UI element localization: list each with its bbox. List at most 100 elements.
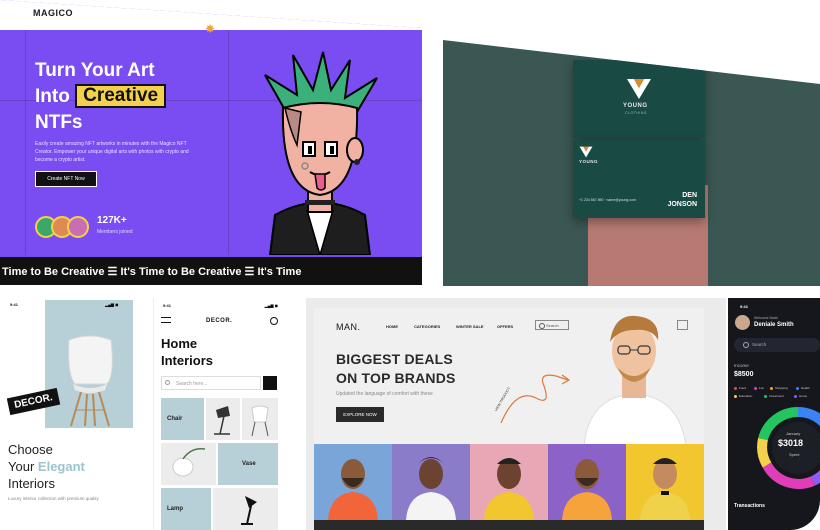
tile-label: Lamp	[167, 506, 184, 512]
tile-product[interactable]	[206, 398, 240, 440]
chair-image	[251, 405, 269, 437]
avatar[interactable]	[735, 315, 750, 330]
transactions-heading: Transactions	[734, 503, 765, 509]
model-image	[406, 457, 456, 520]
model-tiles-row	[314, 444, 704, 520]
user-name: Deniale Smith	[754, 322, 794, 328]
ticker-text: Time to Be Creative ☰ It's Time to Be Cr…	[2, 265, 302, 278]
tile-lamp[interactable]: Lamp	[161, 488, 211, 530]
status-icons: ▂▄▆ ◼	[105, 302, 119, 307]
brand-name-small: YOUNG	[579, 159, 599, 164]
model-tile[interactable]	[314, 444, 392, 520]
desk-lamp-image	[241, 496, 257, 525]
home-title: Home Interiors	[161, 335, 213, 369]
man-search-input[interactable]: Search	[535, 320, 569, 330]
filter-button[interactable]	[263, 376, 277, 390]
avatar	[67, 216, 89, 238]
search-input[interactable]: Search	[734, 338, 820, 352]
nav-categories[interactable]: CATEGORIES	[414, 324, 440, 329]
member-avatars	[35, 216, 89, 238]
model-tile[interactable]	[548, 444, 626, 520]
hamburger-icon[interactable]	[161, 317, 171, 323]
title-line: Home	[161, 336, 198, 351]
nft-landing-panel: MAGICO ✸ Turn Your Art Into Creative NTF…	[0, 0, 422, 285]
model-image	[640, 458, 690, 520]
title-line: Choose	[8, 442, 53, 457]
legend-education: Education	[734, 394, 752, 398]
headline-line: BIGGEST DEALS	[336, 351, 453, 367]
chair-photo	[45, 300, 133, 428]
model-tile[interactable]	[470, 444, 548, 520]
nft-headline: Turn Your Art Into Creative NTFs	[35, 58, 265, 136]
man-tagline: Updated the language of comfort with the…	[336, 391, 433, 397]
legend-food: Food	[734, 386, 746, 390]
man-logo[interactable]: MAN.	[336, 322, 361, 332]
young-logo-icon	[627, 79, 651, 99]
nft-subtext: Easily create amazing NFT artworks in mi…	[35, 141, 189, 163]
person-last-name: JONSON	[667, 201, 697, 208]
cart-icon[interactable]	[270, 317, 278, 325]
tile-product[interactable]	[242, 398, 278, 440]
spent-amount: $3018	[778, 438, 804, 448]
home-interiors-panel: 9:41 ▂▄▆ ◼ DECOR. Home Interiors Search …	[153, 298, 303, 530]
model-image	[484, 458, 534, 520]
headline-line: ON TOP BRANDS	[336, 370, 456, 386]
sparkle-icon: ✸	[205, 22, 216, 36]
punk-character-illustration	[264, 51, 378, 255]
headline-line: Into Creative	[35, 84, 265, 110]
members-count: 127K+	[97, 215, 127, 226]
headline-line: NTFs	[35, 112, 83, 133]
business-card-front: YOUNG CLOTHING	[573, 60, 705, 138]
headline-line: Turn Your Art	[35, 60, 155, 81]
chart-month: January	[786, 431, 801, 436]
legend-investment: Investment	[764, 394, 784, 398]
finance-app-panel: 9:41 Welcome Back! Deniale Smith Search …	[728, 298, 820, 530]
man-headline: BIGGEST DEALS ON TOP BRANDS	[336, 350, 456, 388]
title-word: Your	[8, 459, 35, 474]
model-image	[562, 459, 612, 520]
nav-winter-sale[interactable]: WINTER SALE	[456, 324, 484, 329]
portfolio-collage: MAGICO ✸ Turn Your Art Into Creative NTF…	[0, 0, 820, 530]
home-brand: DECOR.	[206, 318, 233, 324]
legend-health: Health	[796, 386, 810, 390]
business-card-mockup-panel: YOUNG CLOTHING YOUNG DEN JONSON +1 234 5…	[443, 40, 820, 286]
decor-onboarding-panel: 9:41 ▂▄▆ ◼ DECOR. Choose Your Elegant In…	[0, 298, 148, 530]
title-accent: Elegant	[37, 459, 85, 474]
status-time: 9:41	[10, 302, 19, 307]
create-nft-button[interactable]: Create NFT Now	[35, 171, 97, 187]
tile-label: Vase	[242, 461, 256, 467]
decor-description: Luxury interior collection with premium …	[8, 496, 99, 501]
brand-name: YOUNG	[623, 103, 648, 109]
model-image	[328, 459, 378, 520]
search-input[interactable]: Search here...	[161, 376, 261, 390]
explore-now-button[interactable]: EXPLORE NOW	[336, 407, 384, 422]
welcome-text: Welcome Back!	[754, 316, 779, 320]
grid-line	[25, 30, 26, 255]
status-icons: ▂▄▆ ◼	[264, 303, 278, 308]
headline-highlight: Creative	[75, 84, 167, 108]
members-label: Members joined	[97, 229, 133, 235]
man-bottom-bar	[314, 520, 704, 530]
chair-image	[68, 335, 113, 427]
tile-product[interactable]	[161, 443, 216, 485]
person-first-name: DEN	[682, 192, 697, 199]
tile-vase[interactable]: Vase	[218, 443, 278, 485]
tile-chair[interactable]: Chair	[161, 398, 204, 440]
model-tile[interactable]	[626, 444, 704, 520]
legend-home: Home	[794, 394, 807, 398]
nft-logo[interactable]: MAGICO	[33, 8, 73, 18]
model-tile[interactable]	[392, 444, 470, 520]
nav-home[interactable]: HOME	[386, 324, 398, 329]
status-time: 9:41	[740, 304, 749, 309]
marquee-ticker: Time to Be Creative ☰ It's Time to Be Cr…	[0, 257, 422, 285]
spent-label: Spent	[789, 452, 800, 457]
tile-product[interactable]	[213, 488, 278, 530]
title-line: Interiors	[161, 353, 214, 368]
man-fashion-panel: MAN. HOME CATEGORIES WINTER SALE OFFERS …	[306, 298, 726, 530]
status-time: 9:41	[163, 303, 172, 308]
nav-offers[interactable]: OFFERS	[497, 324, 513, 329]
title-line: Your Elegant	[8, 458, 85, 475]
business-card-back: YOUNG DEN JONSON +1 234 567 890 · name@y…	[573, 140, 705, 218]
legend-fun: Fun	[754, 386, 764, 390]
brand-sub: CLOTHING	[625, 111, 648, 115]
